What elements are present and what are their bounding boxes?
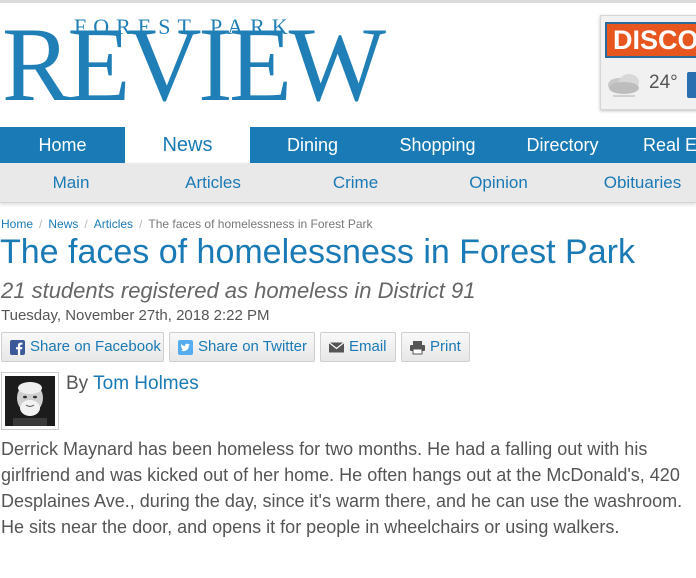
breadcrumb-news[interactable]: News xyxy=(48,217,78,231)
subnav-item-opinion[interactable]: Opinion xyxy=(427,163,570,203)
share-email-label: Email xyxy=(349,338,387,355)
discover-promo-button[interactable]: DISCOV xyxy=(605,22,696,58)
nav-item-directory[interactable]: Directory xyxy=(500,127,625,163)
logo-main-text: REVIEW xyxy=(2,5,386,123)
nav-item-real-estate[interactable]: Real Es xyxy=(625,127,696,163)
subnav-item-obituaries[interactable]: Obituaries xyxy=(570,163,696,203)
twitter-icon xyxy=(178,340,193,355)
article-body-paragraph: Derrick Maynard has been homeless for tw… xyxy=(1,439,683,537)
share-facebook-label: Share on Facebook xyxy=(30,338,161,355)
author-link[interactable]: Tom Holmes xyxy=(93,373,199,394)
facebook-icon xyxy=(10,340,25,355)
breadcrumb-current: The faces of homelessness in Forest Park xyxy=(148,217,373,231)
sub-nav: Main Articles Crime Opinion Obituaries xyxy=(0,163,696,203)
author-avatar[interactable] xyxy=(1,372,59,430)
envelope-icon xyxy=(329,342,344,353)
byline-prefix: By xyxy=(66,373,89,394)
weather-promo-box[interactable]: DISCOV 24° xyxy=(600,15,696,110)
share-twitter-button[interactable]: Share on Twitter xyxy=(169,332,315,362)
share-twitter-label: Share on Twitter xyxy=(198,338,307,355)
author-photo xyxy=(5,376,55,426)
subnav-item-crime[interactable]: Crime xyxy=(284,163,427,203)
breadcrumb-home[interactable]: Home xyxy=(1,217,33,231)
weather-side-tab[interactable] xyxy=(687,72,696,98)
printer-icon xyxy=(410,341,425,355)
subnav-item-articles[interactable]: Articles xyxy=(142,163,284,203)
weather-temperature: 24° xyxy=(649,72,678,93)
byline: By Tom Holmes xyxy=(66,373,199,395)
nav-item-news[interactable]: News xyxy=(125,127,250,163)
subnav-item-main[interactable]: Main xyxy=(0,163,142,203)
print-label: Print xyxy=(430,338,461,355)
article-subtitle: 21 students registered as homeless in Di… xyxy=(1,278,476,303)
share-facebook-button[interactable]: Share on Facebook xyxy=(1,332,164,362)
nav-item-dining[interactable]: Dining xyxy=(250,127,375,163)
breadcrumb: Home / News / Articles / The faces of homeless… xyxy=(1,217,373,231)
nav-item-home[interactable]: Home xyxy=(0,127,125,163)
top-border xyxy=(0,0,696,3)
cloud-icon xyxy=(608,74,639,97)
share-email-button[interactable]: Email xyxy=(320,332,396,362)
breadcrumb-separator: / xyxy=(39,217,43,231)
main-nav: Home News Dining Shopping Directory Real… xyxy=(0,127,696,163)
nav-item-shopping[interactable]: Shopping xyxy=(375,127,500,163)
breadcrumb-articles[interactable]: Articles xyxy=(94,217,133,231)
print-button[interactable]: Print xyxy=(401,332,470,362)
site-logo[interactable]: FOREST PARK REVIEW xyxy=(2,8,386,120)
breadcrumb-separator: / xyxy=(84,217,88,231)
article-date: Tuesday, November 27th, 2018 2:22 PM xyxy=(1,307,270,324)
article-title: The faces of homelessness in Forest Park xyxy=(0,233,635,271)
breadcrumb-separator: / xyxy=(139,217,143,231)
